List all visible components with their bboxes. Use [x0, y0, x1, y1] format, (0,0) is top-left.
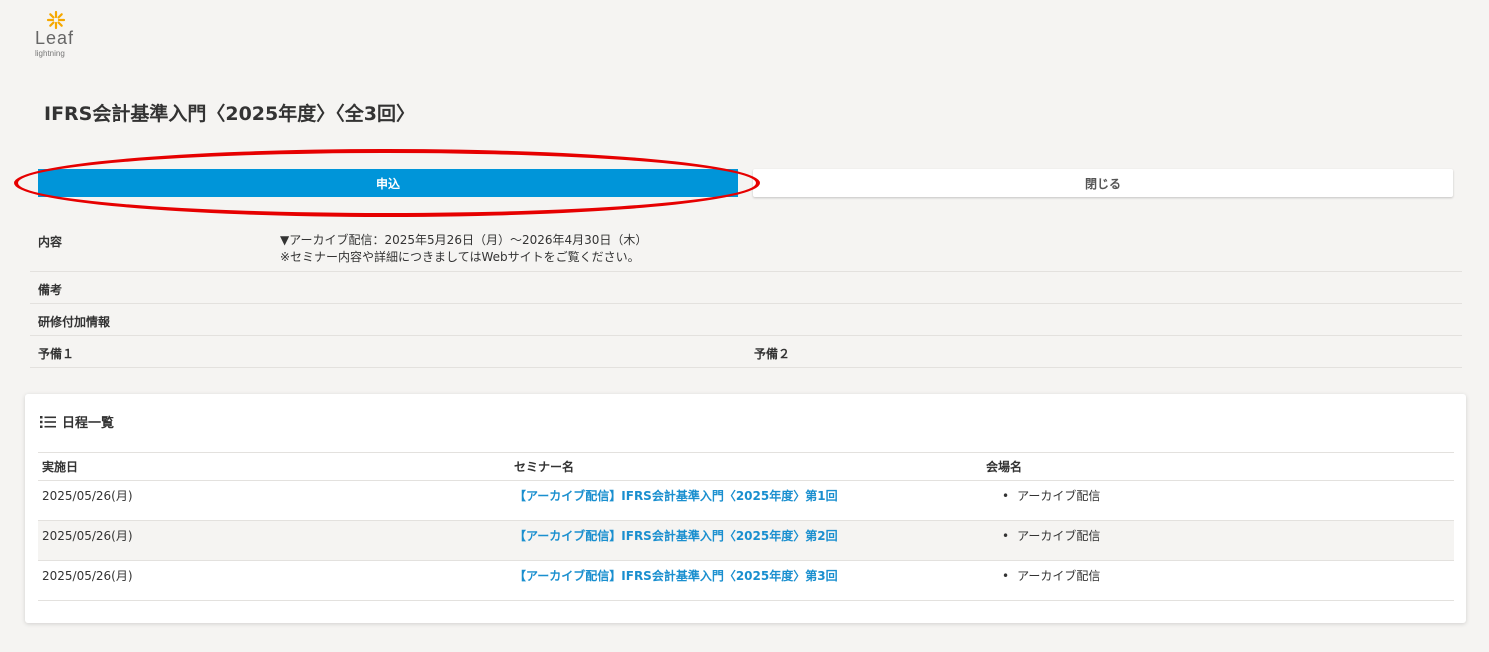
content-value: ▼アーカイブ配信：2025年5月26日（月）〜2026年4月30日（木） ※セミ… — [280, 232, 647, 266]
spare1-label: 予備１ — [38, 347, 75, 361]
venue-item: アーカイブ配信 — [986, 489, 1100, 503]
seminar-link[interactable]: 【アーカイブ配信】IFRS会計基準入門〈2025年度〉第3回 — [514, 569, 838, 583]
column-header-venue: 会場名 — [982, 452, 1454, 481]
table-row: 2025/05/26(月) 【アーカイブ配信】IFRS会計基準入門〈2025年度… — [38, 520, 1454, 561]
row-seminar-cell: 【アーカイブ配信】IFRS会計基準入門〈2025年度〉第3回 — [510, 560, 982, 601]
schedule-table: 実施日 セミナー名 会場名 2025/05/26(月) 【アーカイブ配信】IFR… — [38, 452, 1454, 601]
column-header-seminar: セミナー名 — [510, 452, 982, 481]
venue-item: アーカイブ配信 — [986, 529, 1100, 543]
table-header-row: 実施日 セミナー名 会場名 — [38, 452, 1454, 481]
row-seminar-cell: 【アーカイブ配信】IFRS会計基準入門〈2025年度〉第2回 — [510, 520, 982, 561]
row-date: 2025/05/26(月) — [38, 480, 510, 521]
close-button[interactable]: 閉じる — [753, 169, 1453, 197]
schedule-card: 日程一覧 実施日 セミナー名 会場名 2025/05/26(月) 【アーカイブ配… — [25, 394, 1466, 623]
spare-row: 予備１ 予備２ — [30, 336, 1462, 368]
row-venue: アーカイブ配信 — [982, 480, 1454, 521]
row-date: 2025/05/26(月) — [38, 560, 510, 601]
remarks-label: 備考 — [38, 283, 63, 297]
info-section: 内容 ▼アーカイブ配信：2025年5月26日（月）〜2026年4月30日（木） … — [30, 224, 1462, 368]
spare2-label: 予備２ — [754, 347, 791, 361]
remarks-row: 備考 — [30, 272, 1462, 304]
row-seminar-cell: 【アーカイブ配信】IFRS会計基準入門〈2025年度〉第1回 — [510, 480, 982, 521]
training-info-label: 研修付加情報 — [38, 315, 111, 329]
leaf-logo: Leaf lightning — [34, 10, 94, 60]
schedule-heading-text: 日程一覧 — [62, 416, 115, 431]
seminar-link[interactable]: 【アーカイブ配信】IFRS会計基準入門〈2025年度〉第2回 — [514, 529, 838, 543]
sun-leaf-icon — [46, 10, 66, 30]
list-icon — [40, 415, 56, 428]
content-line-2: ※セミナー内容や詳細につきましてはWebサイトをご覧ください。 — [280, 250, 640, 264]
page-title: IFRS会計基準入門〈2025年度〉〈全3回〉 — [44, 103, 415, 125]
apply-button[interactable]: 申込 — [38, 169, 738, 197]
content-row: 内容 ▼アーカイブ配信：2025年5月26日（月）〜2026年4月30日（木） … — [30, 224, 1462, 272]
schedule-heading: 日程一覧 — [40, 412, 114, 431]
table-row: 2025/05/26(月) 【アーカイブ配信】IFRS会計基準入門〈2025年度… — [38, 560, 1454, 601]
row-venue: アーカイブ配信 — [982, 560, 1454, 601]
logo-name: Leaf — [35, 28, 75, 48]
seminar-link[interactable]: 【アーカイブ配信】IFRS会計基準入門〈2025年度〉第1回 — [514, 489, 838, 503]
venue-item: アーカイブ配信 — [986, 569, 1100, 583]
row-venue: アーカイブ配信 — [982, 520, 1454, 561]
logo-subtext: lightning — [35, 49, 65, 58]
column-header-date: 実施日 — [38, 452, 510, 481]
content-label: 内容 — [38, 235, 63, 249]
table-row: 2025/05/26(月) 【アーカイブ配信】IFRS会計基準入門〈2025年度… — [38, 480, 1454, 521]
row-date: 2025/05/26(月) — [38, 520, 510, 561]
content-line-1: ▼アーカイブ配信：2025年5月26日（月）〜2026年4月30日（木） — [280, 233, 648, 247]
training-info-row: 研修付加情報 — [30, 304, 1462, 336]
